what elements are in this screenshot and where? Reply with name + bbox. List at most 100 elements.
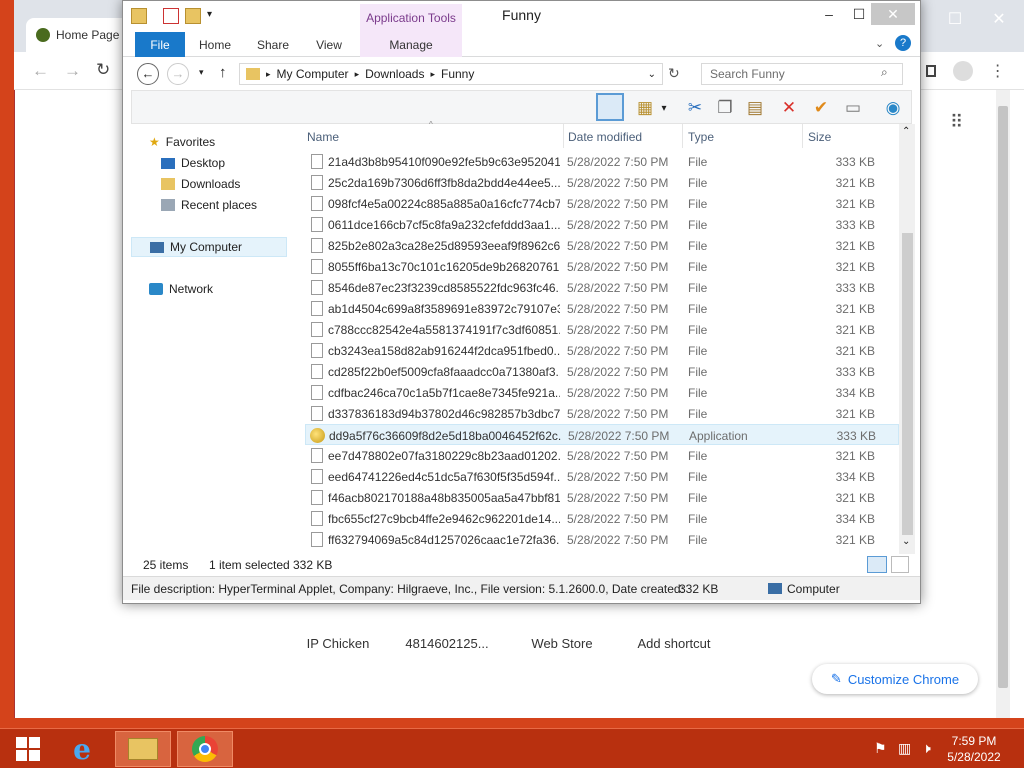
shortcut-label[interactable]: 4814602125... [392, 636, 502, 651]
file-row[interactable]: cdfbac246ca70c1a5b7f1cae8e7345fe921a... 5… [305, 382, 899, 403]
file-row[interactable]: f46acb802170188a48b835005aa5a47bbf81... 5… [305, 487, 899, 508]
breadcrumb-downloads[interactable]: Downloads [365, 67, 424, 81]
forward-icon[interactable]: → [64, 61, 81, 81]
search-input[interactable]: Search Funny [701, 63, 903, 85]
column-date-modified[interactable]: Date modified [568, 130, 642, 144]
breadcrumb-funny[interactable]: Funny [441, 67, 474, 81]
preview-pane-icon[interactable] [596, 93, 624, 121]
profile-icon[interactable] [952, 61, 973, 81]
file-row[interactable]: 8546de87ec23f3239cd8585522fdc963fc46... 5… [305, 277, 899, 298]
file-size: 321 KB [835, 344, 875, 358]
file-row[interactable]: cd285f22b0ef5009cfa8faaadcc0a71380af3...… [305, 361, 899, 382]
file-row[interactable]: cb3243ea158d82ab916244f2dca951fbed0... 5/… [305, 340, 899, 361]
tab-share[interactable]: Share [253, 32, 293, 57]
tab-manage[interactable]: Manage [360, 32, 462, 57]
nav-my-computer[interactable]: My Computer [131, 237, 287, 257]
back-icon[interactable]: ← [32, 61, 49, 81]
delete-icon[interactable]: ✕ [778, 97, 800, 119]
large-icons-view-icon[interactable] [891, 556, 909, 573]
shortcut-label[interactable]: Web Store [507, 636, 617, 651]
start-button[interactable] [0, 731, 56, 767]
select-icon[interactable]: ✔ [810, 97, 832, 119]
up-icon[interactable]: ↑ [219, 64, 227, 81]
chrome-scrollbar-thumb[interactable] [998, 106, 1008, 688]
column-divider[interactable] [682, 124, 683, 148]
rename-icon[interactable]: ▭ [842, 97, 864, 119]
apps-grid-icon[interactable]: ⠿ [950, 112, 963, 133]
file-row[interactable]: 8055ff6ba13c70c101c16205de9b26820761... 5… [305, 256, 899, 277]
column-type[interactable]: Type [688, 130, 714, 144]
file-row[interactable]: 25c2da169b7306d6ff3fb8da2bdd4e44ee5... 5/… [305, 172, 899, 193]
reload-icon[interactable]: ↻ [96, 60, 110, 80]
file-size: 321 KB [835, 260, 875, 274]
system-clock[interactable]: 7:59 PM 5/28/2022 [944, 733, 1004, 765]
column-divider[interactable] [802, 124, 803, 148]
breadcrumb-my-computer[interactable]: My Computer [277, 67, 349, 81]
scroll-up-icon[interactable]: ⌃ [902, 126, 910, 137]
tab-view[interactable]: View [309, 32, 349, 57]
maximize-icon[interactable]: ☐ [845, 3, 873, 25]
address-dropdown-icon[interactable]: ⌄ [648, 69, 656, 80]
shortcut-label[interactable]: Add shortcut [619, 636, 729, 651]
column-name[interactable]: Name [307, 130, 339, 144]
column-size[interactable]: Size [808, 130, 831, 144]
internet-explorer-button[interactable]: e [54, 731, 110, 767]
close-icon[interactable]: ✕ [871, 3, 915, 25]
minimize-icon[interactable]: – [815, 3, 843, 25]
move-to-icon[interactable]: ▦ [634, 97, 656, 119]
tab-search-icon[interactable] [926, 65, 937, 77]
chrome-tab[interactable]: Home Page [26, 18, 136, 52]
file-row[interactable]: ab1d4504c699a8f3589691e83972c79107e3... 5… [305, 298, 899, 319]
customize-chrome-button[interactable]: ✎ Customize Chrome [812, 664, 978, 694]
chrome-maximize-icon[interactable]: ☐ [932, 2, 978, 36]
file-row[interactable]: fbc655cf27c9bcb4ffe2e9462c962201de14... 5… [305, 508, 899, 529]
tab-favicon-icon [36, 28, 50, 42]
tab-home[interactable]: Home [195, 32, 235, 57]
file-row[interactable]: eed64741226ed4c51dc5a7f630f5f35d594f... 5… [305, 466, 899, 487]
tab-file[interactable]: File [135, 32, 185, 57]
search-icon[interactable]: ⌕ [881, 65, 888, 80]
globe-icon[interactable]: ◉ [882, 97, 904, 119]
volume-muted-icon[interactable]: 🕨 [922, 740, 931, 757]
ribbon-collapse-icon[interactable]: ⌄ [875, 37, 884, 50]
file-name: d337836183d94b37802d46c982857b3dbc7... [328, 407, 560, 421]
ribbon-tabs: File Home Share View Manage ⌄ ? [123, 32, 920, 57]
file-row[interactable]: 825b2e802a3ca28e25d89593eeaf9f8962c6... 5… [305, 235, 899, 256]
back-icon[interactable]: ← [137, 63, 159, 85]
nav-favorites[interactable]: ★ Favorites [149, 132, 309, 152]
file-row[interactable]: 0611dce166cb7cf5c8fa9a232cfefddd3aa1... 5… [305, 214, 899, 235]
network-status-icon[interactable]: ▥ [898, 740, 911, 757]
shortcut-label[interactable]: IP Chicken [283, 636, 393, 651]
file-list-scrollbar-thumb[interactable] [902, 233, 913, 535]
paste-icon[interactable]: ▤ [744, 97, 766, 119]
details-view-icon[interactable] [867, 556, 887, 573]
file-row[interactable]: d337836183d94b37802d46c982857b3dbc7... 5/… [305, 403, 899, 424]
file-row[interactable]: c788ccc82542e4a5581374191f7c3df60851... 5… [305, 319, 899, 340]
scroll-down-icon[interactable]: ⌄ [902, 536, 910, 547]
file-row[interactable]: ff632794069a5c84d1257026caac1e72fa36... 5… [305, 529, 899, 550]
breadcrumb[interactable]: ▸ My Computer ▸ Downloads ▸ Funny ⌄ [239, 63, 663, 85]
help-icon[interactable]: ? [895, 35, 911, 51]
file-row[interactable]: ee7d478802e07fa3180229c8b23aad01202... 5/… [305, 445, 899, 466]
chrome-button[interactable] [177, 731, 233, 767]
dropdown-icon[interactable]: ▾ [658, 97, 670, 119]
column-divider[interactable] [563, 124, 564, 148]
action-center-flag-icon[interactable]: ⚑ [874, 740, 887, 757]
file-row[interactable]: dd9a5f76c36609f8d2e5d18ba0046452f62c... 5… [305, 424, 899, 445]
file-name: 25c2da169b7306d6ff3fb8da2bdd4e44ee5... [328, 176, 560, 190]
menu-kebab-icon[interactable]: ⋮ [990, 61, 1006, 81]
file-row[interactable]: 098fcf4e5a00224c885a885a0a16cfc774cb7...… [305, 193, 899, 214]
breadcrumb-sep: ▸ [266, 68, 271, 79]
refresh-icon[interactable]: ↻ [668, 65, 680, 82]
file-row[interactable]: 21a4d3b8b95410f090e92fe5b9c63e952041... 5… [305, 151, 899, 172]
file-explorer-button[interactable] [115, 731, 171, 767]
cut-icon[interactable]: ✂ [684, 97, 706, 119]
recent-locations-icon[interactable]: ▾ [199, 67, 204, 78]
nav-network[interactable]: Network [149, 279, 309, 299]
nav-recent-places[interactable]: Recent places [161, 195, 321, 215]
nav-desktop[interactable]: Desktop [161, 153, 321, 173]
forward-icon[interactable]: → [167, 63, 189, 85]
copy-icon[interactable]: ❐ [714, 97, 736, 119]
chrome-close-icon[interactable]: ✕ [976, 2, 1022, 36]
nav-downloads[interactable]: Downloads [161, 174, 321, 194]
